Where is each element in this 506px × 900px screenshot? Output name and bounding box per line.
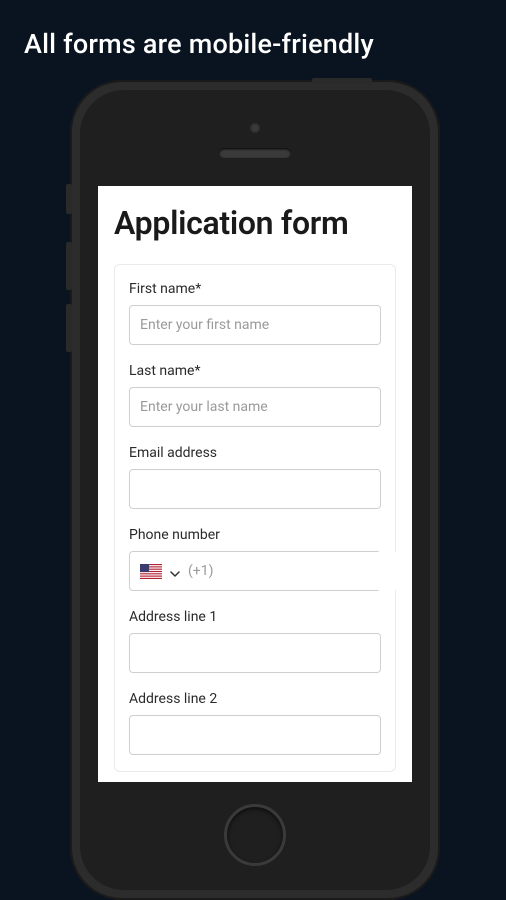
camera-icon [249,122,261,134]
last-name-input[interactable] [129,387,381,427]
email-label: Email address [129,445,381,461]
address-line-1-input[interactable] [129,633,381,673]
first-name-label: First name* [129,281,381,297]
address-line-2-label: Address line 2 [129,691,381,707]
mute-switch [66,184,72,214]
phone-field: Phone number [129,527,381,591]
address-line-1-label: Address line 1 [129,609,381,625]
home-button [224,804,286,866]
application-form: Application form First name* Last name* … [98,186,412,772]
phone-prefix: (+1) [188,563,213,579]
chevron-down-icon[interactable] [170,562,180,581]
address-line-2-input[interactable] [129,715,381,755]
form-body: First name* Last name* Email address Pho… [114,264,396,772]
volume-up-button [66,242,72,290]
first-name-input[interactable] [129,305,381,345]
email-input[interactable] [129,469,381,509]
page-headline: All forms are mobile-friendly [0,0,506,60]
speaker-icon [219,148,291,158]
address-line-1-field: Address line 1 [129,609,381,673]
phone-mockup-frame: Application form First name* Last name* … [70,80,440,900]
last-name-label: Last name* [129,363,381,379]
us-flag-icon[interactable] [140,564,162,579]
volume-down-button [66,304,72,352]
phone-input-row: (+1) [129,551,381,591]
phone-input[interactable] [221,552,399,590]
phone-label: Phone number [129,527,381,543]
email-field: Email address [129,445,381,509]
address-line-2-field: Address line 2 [129,691,381,755]
phone-screen: Application form First name* Last name* … [98,186,412,782]
last-name-field: Last name* [129,363,381,427]
power-button [312,78,372,84]
form-title: Application form [114,204,396,242]
first-name-field: First name* [129,281,381,345]
phone-body: Application form First name* Last name* … [80,90,430,890]
